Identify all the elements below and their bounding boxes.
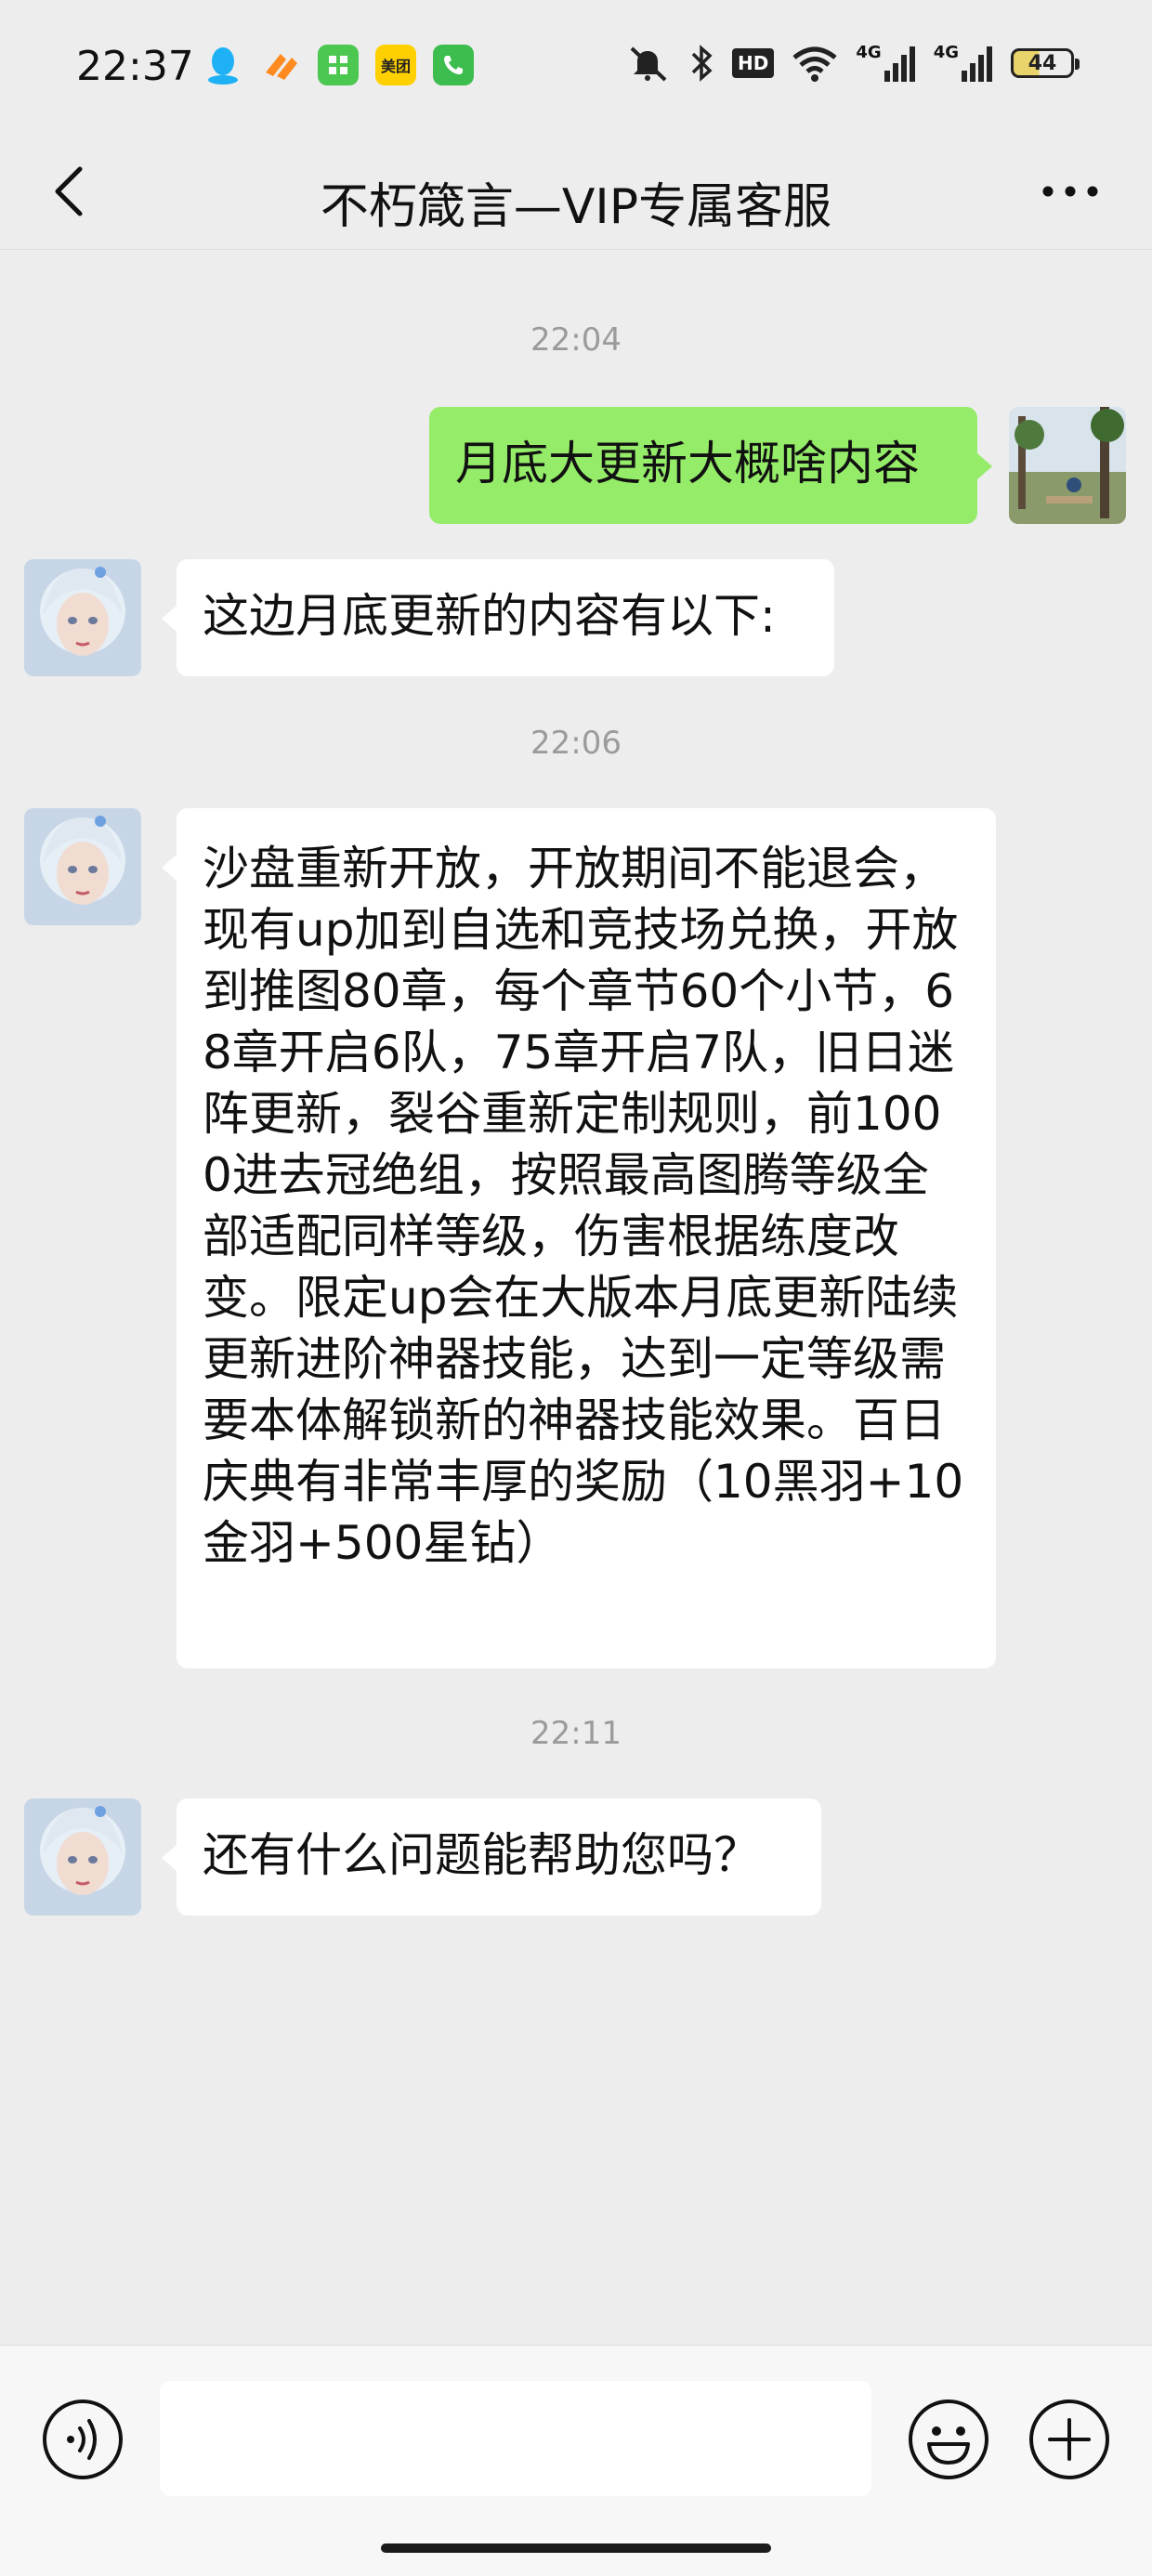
more-dots-icon [1042, 186, 1098, 197]
message-bubble-incoming[interactable]: 还有什么问题能帮助您吗？ [162, 1798, 821, 1916]
hd-icon: HD [732, 43, 775, 84]
agent-avatar[interactable] [24, 1798, 141, 1916]
cell-signal-icon-1: 4G [856, 43, 916, 84]
forest-photo-avatar-icon [1009, 407, 1126, 524]
status-app-icons: 美团 [203, 45, 474, 85]
message-input[interactable] [160, 2381, 871, 2496]
chat-title: 不朽箴言—VIP专属客服 [320, 179, 832, 235]
agent-avatar[interactable] [24, 808, 141, 925]
voice-button[interactable] [41, 2398, 124, 2481]
phone-icon [433, 45, 474, 85]
chat-header: 不朽箴言—VIP专属客服 [0, 139, 1152, 250]
cell-signal-icon-2: 4G [934, 43, 994, 84]
status-bar: 22:37 美团 HD 4G 4G 44 [0, 0, 1152, 139]
message-bubble-incoming[interactable]: 沙盘重新开放，开放期间不能退会，现有up加到自选和竞技场兑换，开放到推图80章，… [162, 808, 996, 1668]
input-bar [0, 2345, 1152, 2576]
plus-icon [1029, 2399, 1109, 2479]
voice-icon [43, 2399, 123, 2479]
user-avatar[interactable] [1009, 407, 1126, 524]
more-options-button[interactable] [1033, 173, 1107, 210]
status-time: 22:37 [76, 43, 194, 90]
signal-label-2: 4G [933, 43, 959, 62]
timestamp: 22:11 [530, 1715, 622, 1752]
meituan-label: 美团 [380, 58, 411, 75]
chevron-left-icon [55, 166, 83, 216]
app-orange-icon [260, 45, 301, 85]
mute-icon [624, 43, 671, 84]
smiley-icon [909, 2399, 988, 2479]
app-green-icon [318, 45, 359, 85]
timestamp: 22:06 [530, 725, 622, 762]
signal-label-1: 4G [856, 43, 882, 62]
back-button[interactable] [45, 163, 100, 219]
message-bubble-outgoing[interactable]: 月底大更新大概啥内容 [429, 407, 992, 524]
agent-avatar[interactable] [24, 559, 141, 676]
anime-girl-avatar-icon [24, 1798, 141, 1916]
emoji-button[interactable] [907, 2398, 990, 2481]
anime-girl-avatar-icon [24, 808, 141, 925]
timestamp: 22:04 [530, 321, 622, 359]
battery-icon: 44 [1011, 43, 1080, 84]
message-bubble-incoming[interactable]: 这边月底更新的内容有以下: [162, 559, 834, 676]
qq-icon [203, 45, 243, 85]
hd-label: HD [732, 48, 775, 78]
home-indicator[interactable] [381, 2543, 771, 2553]
status-indicators: HD 4G 4G 44 [624, 43, 1080, 84]
battery-level: 44 [1011, 48, 1080, 78]
wifi-icon [791, 43, 839, 84]
anime-girl-avatar-icon [24, 559, 141, 676]
meituan-icon: 美团 [375, 45, 416, 85]
add-button[interactable] [1028, 2398, 1111, 2481]
bluetooth-icon [687, 43, 715, 84]
